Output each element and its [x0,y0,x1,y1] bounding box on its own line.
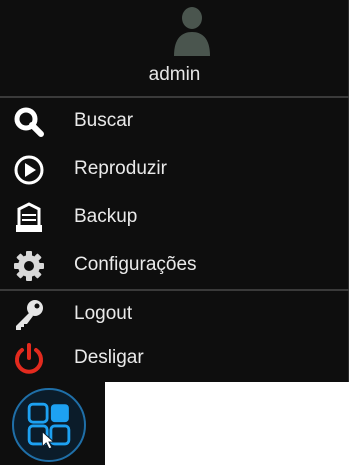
user-header: admin [0,0,349,96]
user-silhouette-icon [174,7,210,56]
menu-item-backup[interactable]: Backup [0,193,349,241]
menu-item-label: Desligar [74,347,144,368]
menu-item-label: Backup [74,206,138,227]
search-icon [14,107,44,137]
menu-item-label: Reproduzir [74,158,167,179]
key-icon [16,300,43,330]
username: admin [148,64,201,85]
play-icon [14,155,44,185]
menu-item-reproduzir[interactable]: Reproduzir [0,145,349,193]
menu-item-buscar[interactable]: Buscar [0,97,349,145]
menu-item-desligar[interactable]: Desligar [0,334,349,382]
menu-item-logout[interactable]: Logout [0,290,349,338]
menu-item-label: Buscar [74,110,134,131]
start-menu: admin Buscar Reproduzir Backup Configura… [0,0,349,382]
backup-icon [16,202,42,232]
taskbar [0,382,105,465]
app-grid-icon [27,402,71,450]
start-launcher-button[interactable] [12,388,86,462]
power-icon [15,343,43,374]
menu-item-label: Logout [74,303,133,324]
menu-item-configuracoes[interactable]: Configurações [0,241,349,289]
menu-item-label: Configurações [74,254,197,275]
gear-icon [14,251,44,281]
